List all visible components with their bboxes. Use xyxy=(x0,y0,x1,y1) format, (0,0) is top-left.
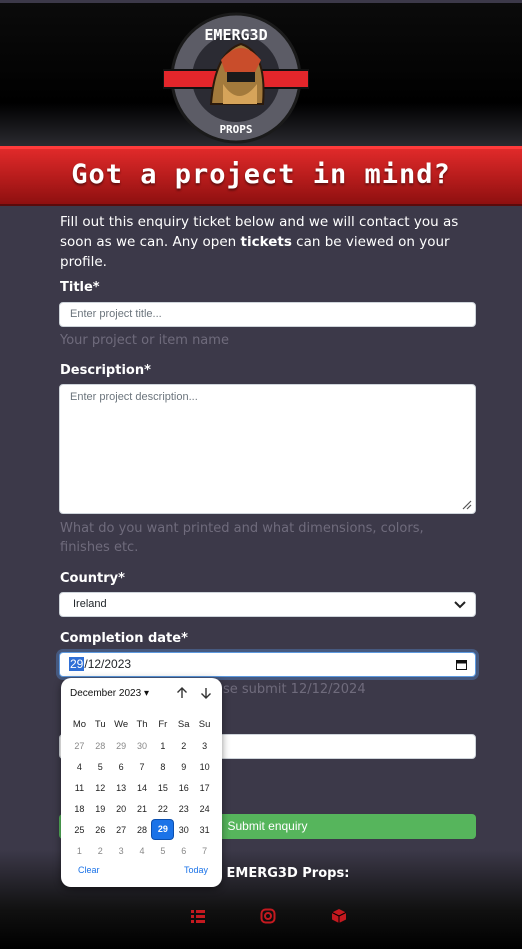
calendar-week: 18 19 20 21 22 23 24 xyxy=(69,798,215,819)
calendar-day[interactable]: 25 xyxy=(69,825,90,835)
calendar-day[interactable]: 5 xyxy=(152,846,173,856)
calendar-day[interactable]: 2 xyxy=(173,741,194,751)
month-label: December 2023 xyxy=(70,688,142,699)
calendar-day[interactable]: 18 xyxy=(69,804,90,814)
clear-button[interactable]: Clear xyxy=(78,865,100,875)
arrow-down-icon[interactable] xyxy=(200,687,212,699)
calendar-day[interactable]: 7 xyxy=(194,846,215,856)
caret-down-icon: ▾ xyxy=(143,688,149,699)
arrow-up-icon[interactable] xyxy=(176,687,188,699)
calendar-day[interactable]: 9 xyxy=(173,762,194,772)
title-input[interactable]: Enter project title... xyxy=(59,302,476,327)
calendar-day[interactable]: 4 xyxy=(69,762,90,772)
calendar-day[interactable]: 30 xyxy=(173,825,194,835)
weekday: Mo xyxy=(72,719,87,730)
calendar-day[interactable]: 27 xyxy=(69,741,90,751)
calendar-day[interactable]: 30 xyxy=(132,741,153,751)
calendar-day-selected[interactable]: 29 xyxy=(152,820,174,839)
intro-text: Fill out this enquiry ticket below and w… xyxy=(60,212,470,272)
calendar-week: 1 2 3 4 5 6 7 xyxy=(69,840,215,861)
calendar-day[interactable]: 16 xyxy=(173,783,194,793)
calendar-week: 25 26 27 28 29 30 31 xyxy=(69,819,215,840)
calendar-day[interactable]: 11 xyxy=(69,783,90,793)
calendar-day[interactable]: 26 xyxy=(90,825,111,835)
country-label: Country* xyxy=(60,571,125,586)
description-help: What do you want printed and what dimens… xyxy=(60,521,424,555)
calendar-day[interactable]: 29 xyxy=(111,741,132,751)
calendar-day[interactable]: 14 xyxy=(132,783,153,793)
date-day-segment[interactable]: 29 xyxy=(69,657,85,671)
country-select[interactable]: Ireland xyxy=(59,592,476,617)
calendar-day[interactable]: 8 xyxy=(152,762,173,772)
weekday: Tu xyxy=(94,719,106,730)
calendar-day[interactable]: 1 xyxy=(69,846,90,856)
list-icon[interactable] xyxy=(190,908,206,924)
calendar-day[interactable]: 4 xyxy=(132,846,153,856)
month-year-dropdown[interactable]: December 2023 ▾ xyxy=(70,688,149,699)
calendar-day[interactable]: 31 xyxy=(194,825,215,835)
calendar-week: 27 28 29 30 1 2 3 xyxy=(69,735,215,756)
description-placeholder: Enter project description... xyxy=(70,391,198,403)
calendar-day[interactable]: 3 xyxy=(194,741,215,751)
title-label: Title* xyxy=(60,280,100,295)
calendar-day[interactable]: 19 xyxy=(90,804,111,814)
completion-date-input[interactable]: 29/12/2023 xyxy=(59,652,476,677)
title-placeholder: Enter project title... xyxy=(70,308,162,320)
instagram-icon[interactable] xyxy=(260,908,276,924)
calendar-day[interactable]: 6 xyxy=(173,846,194,856)
calendar-day[interactable]: 21 xyxy=(132,804,153,814)
calendar-icon[interactable] xyxy=(456,659,467,670)
weekday: Fr xyxy=(158,719,168,730)
page-banner: Got a project in mind? xyxy=(0,146,522,206)
calendar-day[interactable]: 2 xyxy=(90,846,111,856)
weekday: Sa xyxy=(177,719,190,730)
calendar-day[interactable]: 5 xyxy=(90,762,111,772)
calendar-day[interactable]: 1 xyxy=(152,741,173,751)
calendar-day[interactable]: 28 xyxy=(132,825,153,835)
cube-icon[interactable] xyxy=(331,908,347,924)
logo-top-text: EMERG3D xyxy=(204,26,267,44)
calendar-day[interactable]: 28 xyxy=(90,741,111,751)
weekday: Th xyxy=(136,719,148,730)
title-help: Your project or item name xyxy=(60,333,229,348)
description-textarea[interactable]: Enter project description... xyxy=(59,384,476,514)
calendar-day[interactable]: 27 xyxy=(111,825,132,835)
calendar-day[interactable]: 22 xyxy=(152,804,173,814)
calendar-day[interactable]: 20 xyxy=(111,804,132,814)
page-title: Got a project in mind? xyxy=(71,159,451,190)
logo-bottom-text: PROPS xyxy=(219,123,252,136)
weekday: Su xyxy=(198,719,211,730)
calendar-day[interactable]: 3 xyxy=(111,846,132,856)
calendar-day[interactable]: 17 xyxy=(194,783,215,793)
calendar-grid: Mo Tu We Th Fr Sa Su 27 28 29 30 1 2 3 4… xyxy=(69,714,215,861)
calendar-week: 4 5 6 7 8 9 10 xyxy=(69,756,215,777)
weekday: We xyxy=(114,719,129,730)
completion-date-help: se submit 12/12/2024 xyxy=(223,682,366,697)
tickets-link[interactable]: tickets xyxy=(241,234,292,250)
emerg3d-logo[interactable]: EMERG3D PROPS xyxy=(163,12,309,144)
chevron-down-icon xyxy=(454,601,466,609)
weekday-header: Mo Tu We Th Fr Sa Su xyxy=(69,714,215,735)
calendar-day[interactable]: 10 xyxy=(194,762,215,772)
completion-date-label: Completion date* xyxy=(60,631,188,646)
today-button[interactable]: Today xyxy=(184,865,208,875)
description-label: Description* xyxy=(60,363,151,378)
calendar-day[interactable]: 12 xyxy=(90,783,111,793)
calendar-day[interactable]: 24 xyxy=(194,804,215,814)
calendar-day[interactable]: 23 xyxy=(173,804,194,814)
calendar-week: 11 12 13 14 15 16 17 xyxy=(69,777,215,798)
date-rest-segment[interactable]: /12/2023 xyxy=(84,657,131,671)
calendar-day[interactable]: 13 xyxy=(111,783,132,793)
calendar-day[interactable]: 6 xyxy=(111,762,132,772)
calendar-day[interactable]: 15 xyxy=(152,783,173,793)
resize-handle-icon[interactable] xyxy=(462,500,472,510)
calendar-day[interactable]: 7 xyxy=(132,762,153,772)
country-value: Ireland xyxy=(73,598,107,610)
date-picker-popup: December 2023 ▾ Mo Tu We Th Fr Sa Su 27 … xyxy=(61,678,222,887)
